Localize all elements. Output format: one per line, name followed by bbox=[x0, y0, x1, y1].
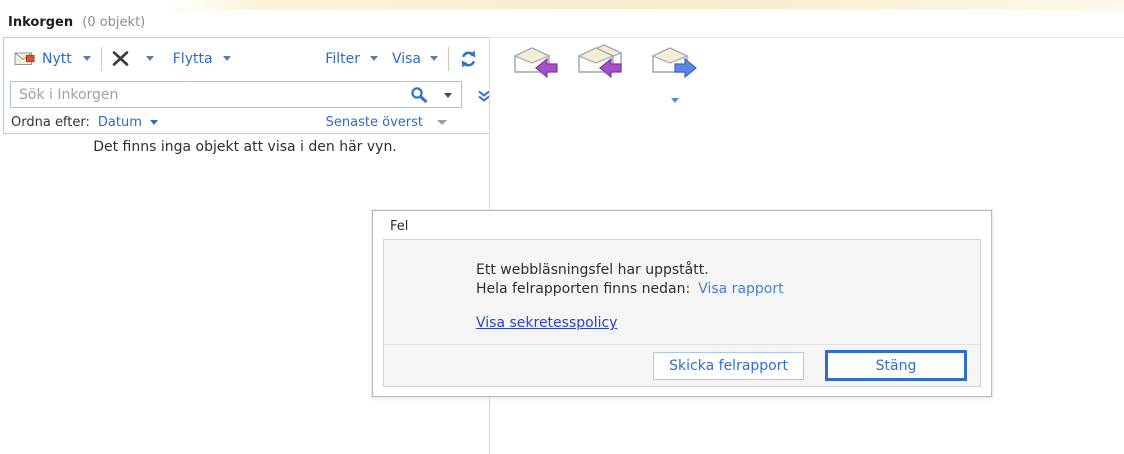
sort-bar: Ordna efter: Datum Senaste överst bbox=[4, 111, 489, 133]
view-report-link[interactable]: Visa rapport bbox=[698, 281, 783, 297]
new-dropdown-caret-icon[interactable] bbox=[83, 56, 91, 61]
dialog-title: Fel bbox=[390, 219, 408, 234]
sort-order-caret-icon[interactable] bbox=[437, 120, 447, 125]
view-dropdown-caret-icon[interactable] bbox=[430, 56, 438, 61]
error-dialog: Fel Ett webbläsningsfel har uppstått. He… bbox=[372, 210, 992, 397]
dialog-footer: Skicka felrapport Stäng bbox=[384, 344, 980, 386]
reading-pane-top-border bbox=[490, 37, 1124, 38]
send-error-report-button[interactable]: Skicka felrapport bbox=[653, 352, 804, 380]
search-bar bbox=[4, 79, 489, 111]
delete-x-icon[interactable] bbox=[112, 51, 129, 66]
new-button[interactable]: Nytt bbox=[42, 51, 72, 67]
move-dropdown-caret-icon[interactable] bbox=[223, 56, 231, 61]
list-pane-controls: Nytt Flytta Filter Visa bbox=[3, 37, 490, 134]
new-mail-icon[interactable] bbox=[14, 50, 36, 67]
delete-dropdown-caret-icon[interactable] bbox=[146, 56, 154, 61]
forward-dropdown-caret-icon[interactable] bbox=[671, 88, 679, 107]
search-input[interactable] bbox=[10, 81, 462, 108]
owa-inbox-screen: Inkorgen (0 objekt) Nytt Flytta bbox=[0, 0, 1124, 454]
folder-item-count: (0 objekt) bbox=[82, 15, 145, 30]
filter-button[interactable]: Filter bbox=[325, 51, 360, 67]
refresh-icon[interactable] bbox=[459, 50, 478, 68]
toolbar-separator bbox=[448, 47, 449, 71]
folder-title: Inkorgen bbox=[8, 15, 73, 30]
view-button[interactable]: Visa bbox=[392, 51, 421, 67]
sort-field-dropdown[interactable]: Datum bbox=[98, 115, 142, 130]
move-button[interactable]: Flytta bbox=[173, 51, 213, 67]
sort-field-caret-icon[interactable] bbox=[150, 120, 158, 125]
dialog-message: Ett webbläsningsfel har uppstått. Hela f… bbox=[384, 240, 980, 344]
search-icon[interactable] bbox=[410, 86, 428, 107]
sort-by-label: Ordna efter: bbox=[11, 115, 90, 130]
close-button[interactable]: Stäng bbox=[825, 350, 967, 381]
privacy-policy-link[interactable]: Visa sekretesspolicy bbox=[476, 314, 617, 333]
reply-all-icon[interactable] bbox=[576, 41, 628, 83]
dialog-body-panel: Ett webbläsningsfel har uppstått. Hela f… bbox=[383, 239, 981, 387]
forward-icon[interactable] bbox=[650, 45, 698, 83]
error-message-line2: Hela felrapporten finns nedan:Visa rappo… bbox=[476, 280, 970, 299]
reply-icon[interactable] bbox=[512, 45, 560, 83]
top-yellow-band-fade bbox=[170, 9, 1124, 14]
filter-dropdown-caret-icon[interactable] bbox=[370, 56, 378, 61]
sort-order-dropdown[interactable]: Senaste överst bbox=[326, 115, 423, 130]
folder-header: Inkorgen (0 objekt) bbox=[8, 15, 145, 30]
search-options-caret-icon[interactable] bbox=[444, 93, 452, 98]
mail-toolbar: Nytt Flytta Filter Visa bbox=[4, 38, 489, 79]
top-yellow-band bbox=[170, 0, 1124, 9]
toolbar-separator bbox=[101, 47, 102, 71]
empty-list-message: Det finns inga objekt att visa i den här… bbox=[0, 139, 490, 155]
error-message-line1: Ett webbläsningsfel har uppstått. bbox=[476, 261, 970, 280]
